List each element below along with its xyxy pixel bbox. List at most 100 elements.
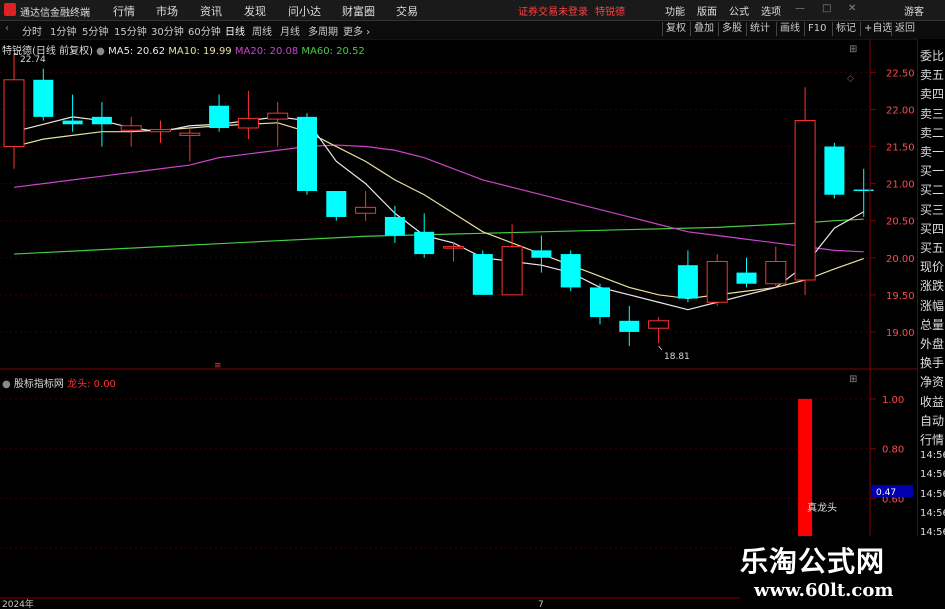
candle[interactable] [794,87,816,295]
candle[interactable] [384,205,405,243]
candle[interactable] [297,113,317,195]
candle[interactable] [472,250,493,295]
candle-body [179,132,201,136]
period-15min[interactable]: 15分钟 [114,23,147,38]
candle[interactable] [414,213,435,258]
f10-button[interactable]: F10 [804,22,829,36]
expand-icon[interactable]: ⊞ [849,44,857,55]
menu-formula[interactable]: 公式 [729,3,749,18]
period-60min[interactable]: 60分钟 [188,23,221,38]
period-tick[interactable]: 分时 [22,23,42,38]
period-more[interactable]: 更多 › [343,23,370,38]
app-name: 通达信金融终端 [20,8,90,19]
candle-body [33,79,54,117]
candle[interactable] [326,191,347,221]
side-label: 买四 [920,221,945,236]
mark-button[interactable]: 标记 [832,22,859,36]
price-tick-label: 22.00 [886,105,915,116]
chevron-left-icon[interactable]: ‹ [5,23,9,34]
adjust-button[interactable]: 复权 [662,22,689,36]
candle[interactable] [501,224,523,296]
menu-ask[interactable]: 问小达 [288,3,321,19]
price-tick-label: 21.00 [886,180,915,191]
candle[interactable] [706,254,728,306]
moving-average-lines [13,116,864,311]
ma10-line [13,122,864,300]
candle-body [736,272,757,284]
candle-body [209,105,230,128]
maximize-icon[interactable]: □ [822,3,831,14]
price-axis: 22.50 22.00 21.50 21.00 20.50 20.00 19.50 19.00 [870,68,915,339]
candle[interactable] [619,305,640,347]
settings-icon[interactable]: ◇ [847,74,854,84]
candle[interactable] [443,242,464,262]
event-marker[interactable]: ≡ [214,361,222,371]
period-multi[interactable]: 多周期 [308,23,338,38]
period-daily[interactable]: 日线 [225,23,245,38]
candle-body [560,254,581,288]
menu-trade[interactable]: 交易 [396,3,418,19]
candle[interactable] [560,250,581,292]
candle[interactable] [3,54,25,169]
login-notice[interactable]: 证券交易未登录 [518,3,588,18]
candle[interactable] [590,283,610,325]
candle[interactable] [91,102,112,147]
period-monthly[interactable]: 月线 [280,23,300,38]
candle[interactable] [853,168,874,217]
candle[interactable] [237,90,259,140]
close-icon[interactable]: ✕ [848,3,856,14]
side-label[interactable]: 自动 [920,412,944,429]
side-label: 14:56 [920,488,945,500]
menu-market[interactable]: 市场 [156,3,178,19]
ma20-line [13,144,864,253]
indicator-dot-icon: ● [2,379,11,390]
indicator-tick-label: 1.00 [882,395,904,406]
period-5min[interactable]: 5分钟 [82,23,108,38]
side-label: 卖一 [920,145,945,159]
minimize-icon[interactable]: — [795,3,805,14]
indicator-name[interactable]: 股标指标网 [14,379,64,390]
candle[interactable] [150,120,171,143]
candle[interactable] [62,94,83,132]
guest-label[interactable]: 游客 [904,3,924,18]
low-marker-line [658,345,663,351]
menu-news[interactable]: 资讯 [200,3,222,19]
menu-function[interactable]: 功能 [665,3,685,18]
menu-wealth[interactable]: 财富圈 [342,3,375,19]
ma10-value: MA10: 19.99 [168,46,232,57]
menu-options[interactable]: 选项 [761,3,781,18]
candle-body [267,112,289,120]
candle[interactable] [267,102,289,147]
candle[interactable] [736,257,757,288]
candle-body [590,287,610,318]
candle[interactable] [824,142,845,199]
menu-discover[interactable]: 发现 [244,3,266,19]
menu-quotes[interactable]: 行情 [113,3,135,19]
statistics-button[interactable]: 统计 [746,22,773,36]
side-label: 涨跌 [920,279,945,294]
menu-layout[interactable]: 版面 [697,3,717,18]
indicator-expand-icon[interactable]: ⊞ [849,374,857,385]
period-1min[interactable]: 1分钟 [50,23,76,38]
kline-chart[interactable]: 22.50 22.00 21.50 21.00 20.50 20.00 19.50 19.00… [0,39,917,609]
candle[interactable] [209,94,230,132]
candle-body [326,191,347,217]
watermark-text: 乐淘公式网 [740,545,886,578]
side-label[interactable]: 行情 [920,431,944,448]
period-weekly[interactable]: 周线 [252,23,272,38]
multi-stock-button[interactable]: 多股 [718,22,745,36]
candle[interactable] [648,317,670,344]
back-button[interactable]: 返回 [891,22,918,36]
price-tick-label: 22.50 [886,68,915,79]
period-toolbar: ‹ 分时 1分钟 5分钟 15分钟 30分钟 60分钟 日线 周线 月线 多周期… [0,21,945,40]
draw-line-button[interactable]: 画线 [776,22,803,36]
candle[interactable] [765,246,787,288]
candle[interactable] [355,191,377,221]
overlay-button[interactable]: 叠加 [690,22,717,36]
candle-body [297,116,317,192]
candle[interactable] [179,127,201,162]
dragon-signal-text: 真龙头 [807,501,837,514]
candle[interactable] [33,68,54,121]
period-30min[interactable]: 30分钟 [151,23,184,38]
candle-body [677,265,698,299]
